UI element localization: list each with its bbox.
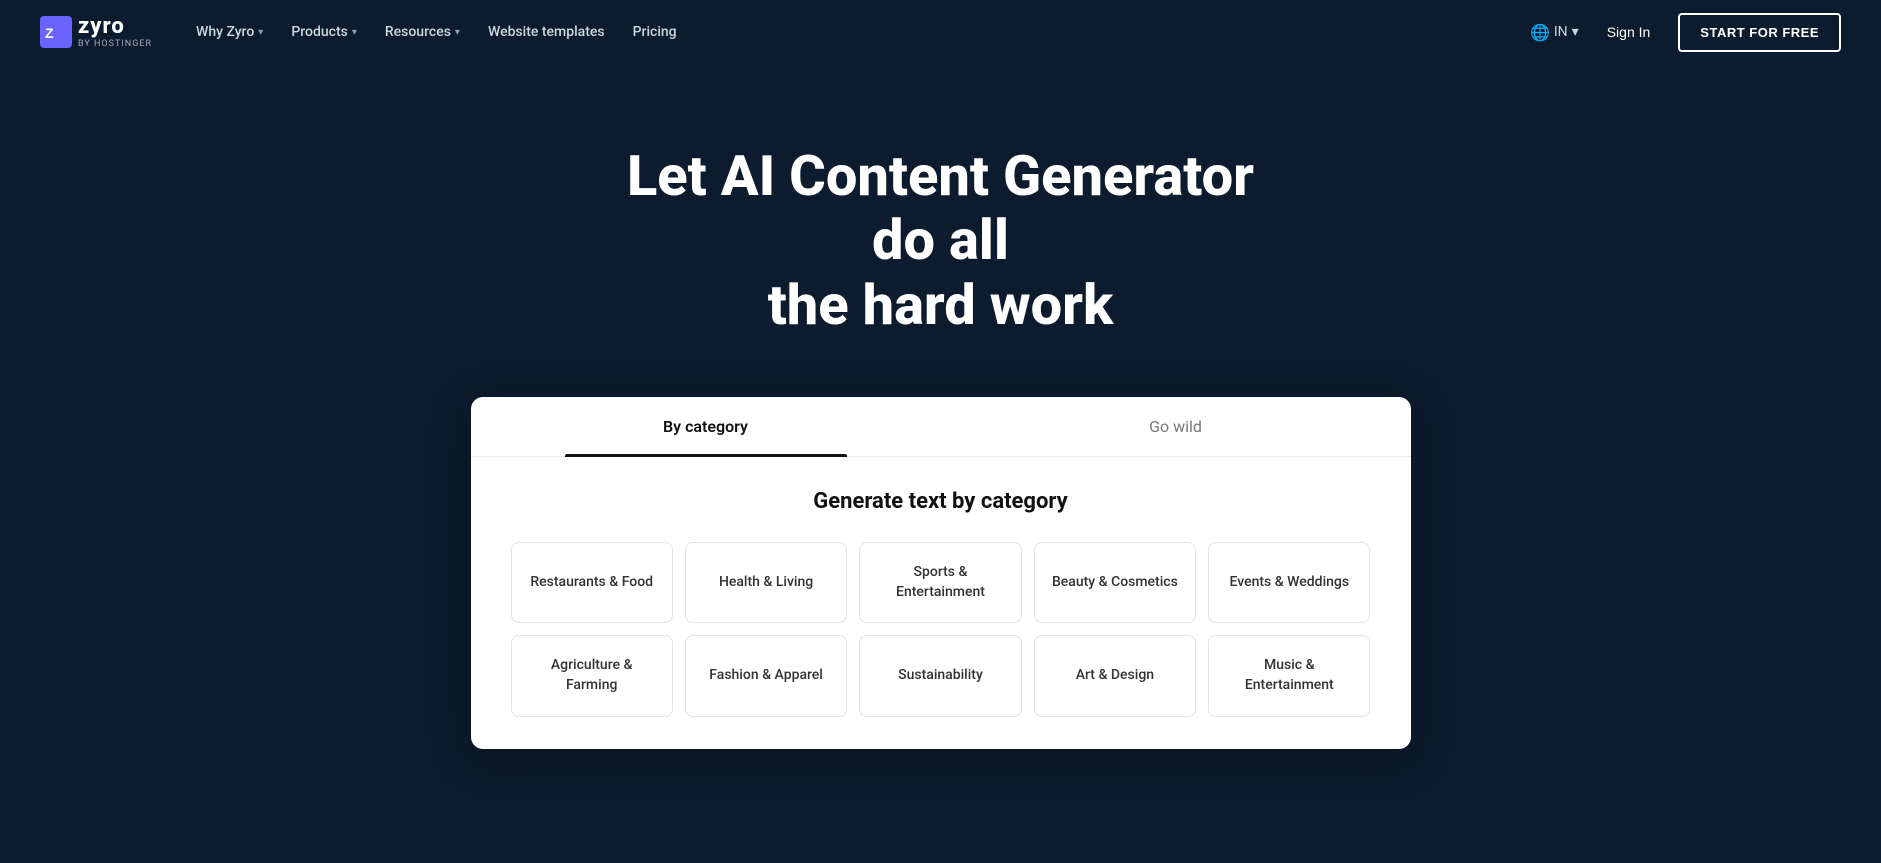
category-sustainability[interactable]: Sustainability — [859, 635, 1021, 716]
category-fashion-apparel[interactable]: Fashion & Apparel — [685, 635, 847, 716]
category-art-design[interactable]: Art & Design — [1034, 635, 1196, 716]
globe-icon: 🌐 — [1530, 23, 1550, 42]
category-events-weddings[interactable]: Events & Weddings — [1208, 542, 1370, 623]
navbar: Z zyro BY HOSTINGER Why Zyro ▾ Products … — [0, 0, 1881, 64]
chevron-down-icon: ▾ — [352, 27, 357, 38]
category-restaurants-food[interactable]: Restaurants & Food — [511, 542, 673, 623]
nav-pricing[interactable]: Pricing — [621, 16, 689, 48]
category-sports-entertainment[interactable]: Sports & Entertainment — [859, 542, 1021, 623]
card-section: By category Go wild Generate text by cat… — [0, 397, 1881, 788]
nav-why-zyro[interactable]: Why Zyro ▾ — [184, 16, 275, 48]
category-grid: Restaurants & Food Health & Living Sport… — [511, 542, 1371, 716]
category-card: By category Go wild Generate text by cat… — [471, 397, 1411, 748]
chevron-down-icon: ▾ — [455, 27, 460, 38]
category-agriculture-farming[interactable]: Agriculture & Farming — [511, 635, 673, 716]
hero-title: Let AI Content Generator do all the hard… — [591, 144, 1291, 337]
nav-products[interactable]: Products ▾ — [279, 16, 369, 48]
nav-website-templates[interactable]: Website templates — [476, 16, 617, 48]
category-music-entertainment[interactable]: Music & Entertainment — [1208, 635, 1370, 716]
category-beauty-cosmetics[interactable]: Beauty & Cosmetics — [1034, 542, 1196, 623]
chevron-down-icon: ▾ — [258, 27, 263, 38]
svg-text:Z: Z — [45, 25, 54, 41]
logo-name: zyro — [78, 16, 152, 38]
category-health-living[interactable]: Health & Living — [685, 542, 847, 623]
logo-text: zyro BY HOSTINGER — [78, 16, 152, 49]
category-section-title: Generate text by category — [511, 489, 1371, 514]
nav-resources[interactable]: Resources ▾ — [373, 16, 472, 48]
tab-go-wild[interactable]: Go wild — [941, 397, 1411, 456]
nav-links: Why Zyro ▾ Products ▾ Resources ▾ Websit… — [184, 16, 689, 48]
hero-section: Let AI Content Generator do all the hard… — [0, 64, 1881, 397]
tab-by-category[interactable]: By category — [471, 397, 941, 456]
sign-in-button[interactable]: Sign In — [1595, 16, 1663, 48]
start-for-free-button[interactable]: START FOR FREE — [1678, 13, 1841, 52]
locale-selector[interactable]: 🌐 IN ▾ — [1530, 23, 1579, 42]
logo-sub: BY HOSTINGER — [78, 40, 152, 49]
chevron-down-icon: ▾ — [1572, 24, 1579, 40]
navbar-right: 🌐 IN ▾ Sign In START FOR FREE — [1530, 13, 1841, 52]
category-section: Generate text by category Restaurants & … — [471, 457, 1411, 716]
navbar-left: Z zyro BY HOSTINGER Why Zyro ▾ Products … — [40, 16, 689, 49]
tab-bar: By category Go wild — [471, 397, 1411, 457]
zyro-logo-icon: Z — [40, 16, 72, 48]
logo[interactable]: Z zyro BY HOSTINGER — [40, 16, 152, 49]
